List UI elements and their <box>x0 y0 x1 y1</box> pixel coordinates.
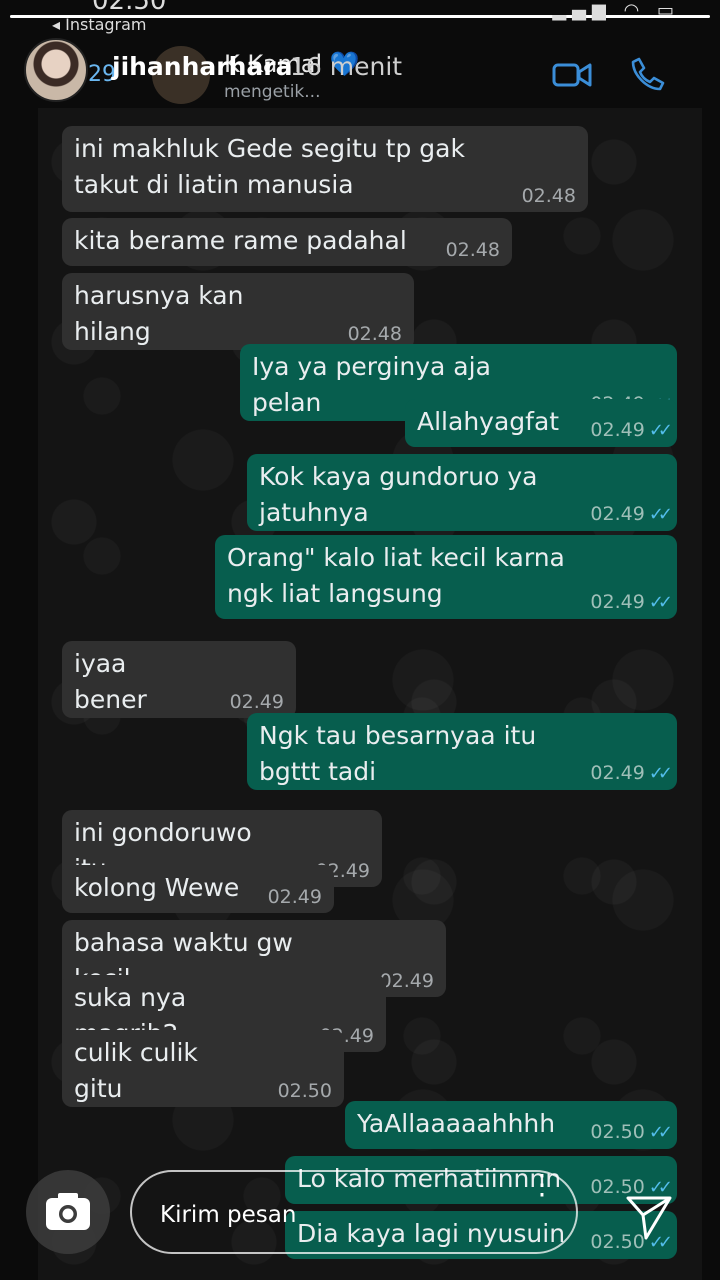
message-text: Allahyagfat <box>417 407 560 436</box>
message-text: Ngk tau besarnyaa itu bgttt tadi <box>259 721 537 786</box>
incoming-message[interactable]: culik culik gitu 02.50 <box>62 1030 344 1107</box>
message-time: 02.49 <box>379 970 434 992</box>
read-ticks-icon: ✓✓ <box>648 420 673 441</box>
message-time: 02.50 <box>277 1080 332 1102</box>
message-text: iyaa bener <box>74 649 147 714</box>
message-text: Kok kaya gundoruo ya jatuhnya <box>259 462 538 527</box>
incoming-message[interactable]: iyaa bener 02.49 <box>62 641 296 718</box>
message-time: 02.49 <box>267 886 322 908</box>
message-time: 02.50 <box>590 1121 645 1143</box>
message-text: kita berame rame padahal <box>74 226 407 255</box>
message-meta: 02.49✓✓ <box>590 503 673 525</box>
camera-icon <box>46 1193 90 1230</box>
incoming-message[interactable]: kita berame rame padahal 02.48 <box>62 218 512 266</box>
status-bar-icons: ▂▄▆ ◠ ▭ <box>552 0 680 21</box>
message-time: 02.48 <box>521 185 576 207</box>
reply-placeholder: Kirim pesan <box>160 1202 297 1228</box>
message-text: ini makhluk Gede segitu tp gak takut di … <box>74 134 465 199</box>
message-text: kolong Wewe <box>74 873 240 902</box>
outgoing-message[interactable]: YaAllaaaaahhhh 02.50 ✓✓ <box>345 1101 677 1149</box>
incoming-message[interactable]: harusnya kan hilang 02.48 <box>62 273 414 350</box>
message-time: 02.49 <box>229 691 284 713</box>
message-meta: 02.49 <box>380 971 434 991</box>
back-to-app-label[interactable]: ◂ Instagram <box>52 15 147 34</box>
read-ticks-icon: ✓✓ <box>648 592 673 613</box>
story-avatar[interactable] <box>24 38 88 102</box>
message-meta: 02.50 <box>278 1081 332 1101</box>
message-text: culik culik gitu <box>74 1038 198 1103</box>
outgoing-message[interactable]: Allahyagfat 02.49 ✓✓ <box>405 399 677 447</box>
message-time: 02.49 <box>590 503 645 525</box>
message-time: 02.49 <box>590 762 645 784</box>
message-meta: 02.49 <box>230 692 284 712</box>
phone-icon <box>631 57 665 91</box>
message-meta: 02.49 <box>268 887 322 907</box>
message-meta: 02.50 ✓✓ <box>590 1121 673 1143</box>
send-icon[interactable] <box>624 1192 674 1242</box>
message-meta: 02.48 <box>348 324 402 344</box>
video-call-icon <box>552 63 592 87</box>
outgoing-message[interactable]: Orang" kalo liat kecil karna ngk liat la… <box>215 535 677 619</box>
message-time: 02.49 <box>590 419 645 441</box>
message-meta: 02.48 <box>522 186 576 206</box>
message-text: YaAllaaaaahhhh <box>357 1109 556 1138</box>
status-bar-time: 02.50 <box>92 0 167 16</box>
story-username[interactable]: jihanharhara <box>112 52 292 81</box>
message-time: 02.48 <box>347 323 402 345</box>
outgoing-message[interactable]: Kok kaya gundoruo ya jatuhnya 02.49 ✓✓ <box>247 454 677 531</box>
message-time: 02.49 <box>590 591 645 613</box>
read-ticks-icon: ✓✓ <box>648 504 673 525</box>
message-meta: 02.49✓✓ <box>590 419 673 441</box>
read-ticks-icon: ✓✓ <box>648 1122 673 1143</box>
read-ticks-icon: ✓✓ <box>648 763 673 784</box>
more-icon[interactable]: ⋮ <box>528 1168 556 1201</box>
wa-typing-status: mengetik... <box>224 82 321 102</box>
message-meta: 02.49✓✓ <box>590 591 673 613</box>
story-posted-ago: 16 menit <box>290 52 403 81</box>
message-text: harusnya kan hilang <box>74 281 244 346</box>
message-meta: 02.48 <box>446 240 500 260</box>
incoming-message[interactable]: ini makhluk Gede segitu tp gak takut di … <box>62 126 588 212</box>
outgoing-message[interactable]: Ngk tau besarnyaa itu bgttt tadi 02.49 ✓✓ <box>247 713 677 790</box>
message-text: Orang" kalo liat kecil karna ngk liat la… <box>227 543 565 608</box>
camera-button[interactable] <box>26 1170 110 1254</box>
message-meta: 02.49✓✓ <box>590 762 673 784</box>
message-time: 02.48 <box>445 239 500 261</box>
incoming-message[interactable]: kolong Wewe 02.49 <box>62 865 334 913</box>
